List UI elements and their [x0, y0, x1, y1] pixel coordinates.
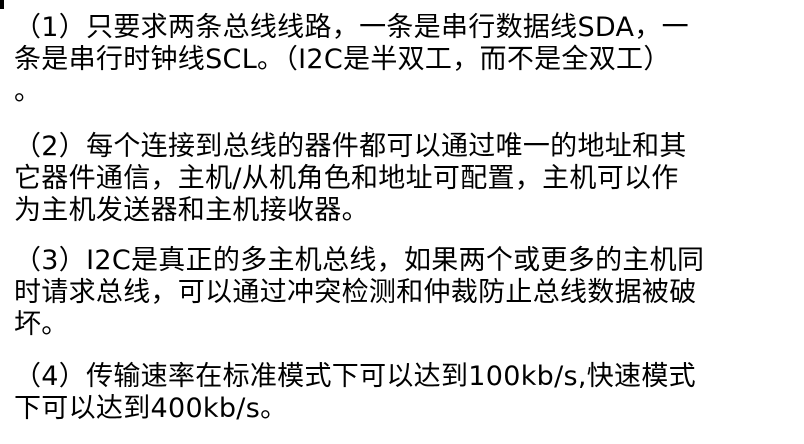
text-line: （1）只要求两条总线线路，一条是串行数据线SDA，一 — [14, 12, 689, 43]
text-line: （3）I2C是真正的多主机总线，如果两个或更多的主机同 — [14, 245, 705, 276]
text-line: 它器件通信，主机/从机角色和地址可配置，主机可以作 — [14, 163, 679, 194]
paragraph-2: （2）每个连接到总线的器件都可以通过唯一的地址和其 它器件通信，主机/从机角色和… — [14, 131, 804, 227]
text-line: 。 — [14, 76, 42, 107]
text-line: （2）每个连接到总线的器件都可以通过唯一的地址和其 — [14, 131, 687, 162]
paragraph-4: （4）传输速率在标准模式下可以达到100kb/s,快速模式 下可以达到400kb… — [14, 361, 804, 425]
text-line: （4）传输速率在标准模式下可以达到100kb/s,快速模式 — [14, 361, 696, 392]
text-line: 为主机发送器和主机接收器。 — [14, 195, 369, 226]
paragraph-3: （3）I2C是真正的多主机总线，如果两个或更多的主机同 时请求总线，可以通过冲突… — [14, 245, 804, 341]
paragraph-1: （1）只要求两条总线线路，一条是串行数据线SDA，一 条是串行时钟线SCL。（I… — [14, 12, 804, 108]
text-line: 坏。 — [14, 309, 69, 340]
text-line: 时请求总线，可以通过冲突检测和仲裁防止总线数据被破 — [14, 277, 697, 308]
text-line: 下可以达到400kb/s。 — [14, 393, 288, 424]
corner-mark — [0, 0, 4, 9]
text-line: 条是串行时钟线SCL。（I2C是半双工，而不是全双工） — [14, 44, 671, 75]
